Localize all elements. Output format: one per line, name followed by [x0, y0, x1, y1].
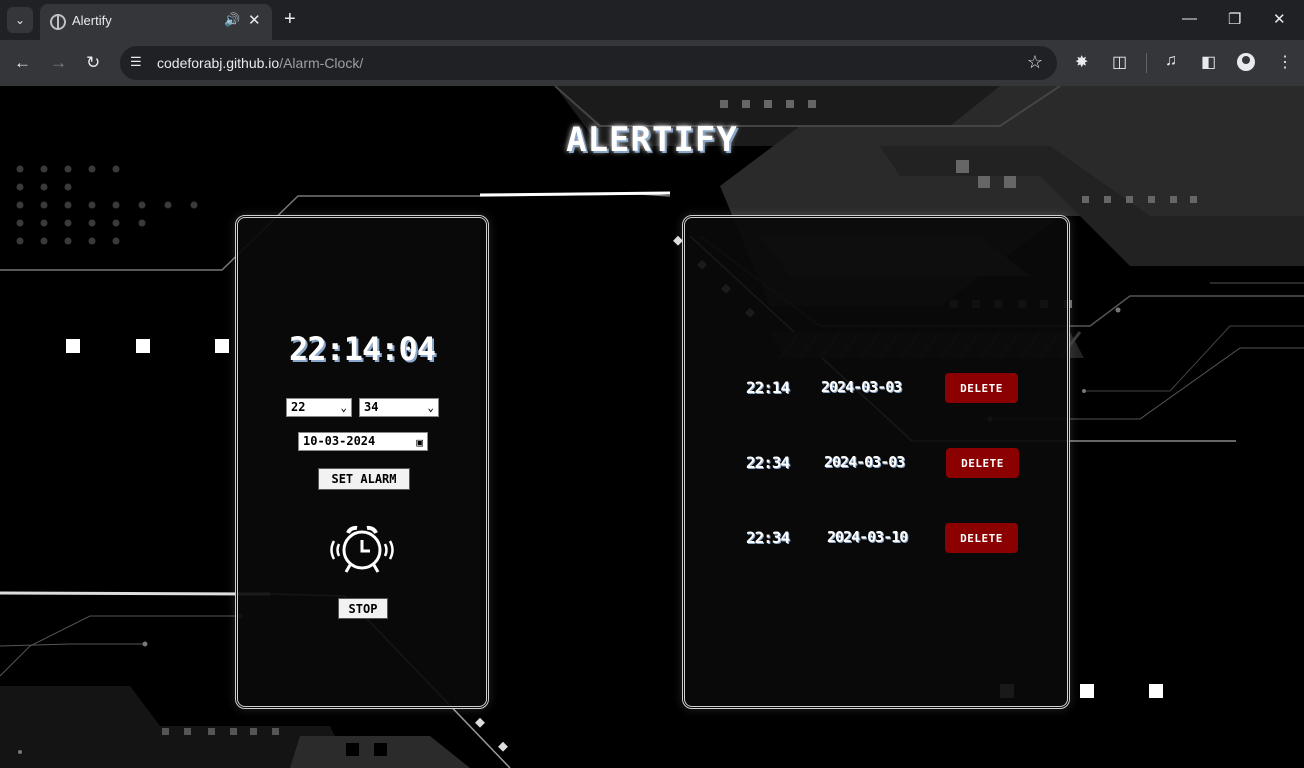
browser-tab[interactable]: Alertify 🔊 ✕: [40, 4, 272, 40]
tab-search-icon[interactable]: ⌄: [7, 7, 33, 33]
calendar-icon[interactable]: ▣: [416, 434, 423, 451]
alarm-date: 2024-03-10: [827, 528, 908, 546]
list-item: 22:34 2024-03-03 DELETE: [685, 448, 1067, 478]
tab-bar: ⌄ Alertify 🔊 ✕ + — ❐ ✕: [0, 0, 1304, 40]
forward-icon[interactable]: →: [50, 53, 67, 73]
browser-toolbar: ← → ↻ ☰ codeforabj.github.io/Alarm-Clock…: [0, 40, 1304, 86]
page-viewport: ALERTIFY 22:14:04 22 ⌄ 34 ⌄ 10-03-2024 ▣ SE…: [0, 86, 1304, 768]
toolbar-divider: [1146, 53, 1147, 73]
clock-panel: 22:14:04 22 ⌄ 34 ⌄ 10-03-2024 ▣ SET ALARM S…: [235, 215, 489, 709]
extension-icon[interactable]: ✸: [1075, 52, 1088, 72]
media-icon[interactable]: ♫: [1165, 52, 1177, 70]
list-item: 22:14 2024-03-03 DELETE: [685, 373, 1067, 403]
delete-button[interactable]: DELETE: [946, 448, 1019, 478]
favicon-icon: [50, 14, 66, 30]
back-icon[interactable]: ←: [14, 53, 31, 73]
address-bar[interactable]: ☰ codeforabj.github.io/Alarm-Clock/ ☆: [120, 46, 1057, 80]
profile-icon[interactable]: [1237, 53, 1255, 71]
stop-button[interactable]: STOP: [338, 598, 388, 619]
new-tab-icon[interactable]: +: [284, 8, 296, 30]
current-time: 22:14:04: [288, 330, 436, 368]
alarm-time: 22:34: [746, 453, 790, 472]
alarm-clock-icon: [330, 525, 394, 573]
alarm-time: 22:14: [746, 378, 790, 397]
alarms-panel: 22:14 2024-03-03 DELETE 22:34 2024-03-03…: [682, 215, 1070, 709]
puzzle-icon[interactable]: ◫: [1112, 52, 1127, 72]
delete-button[interactable]: DELETE: [945, 373, 1018, 403]
minimize-icon[interactable]: —: [1182, 10, 1197, 27]
set-alarm-button[interactable]: SET ALARM: [318, 468, 410, 490]
audio-icon[interactable]: 🔊: [224, 12, 240, 28]
tab-title: Alertify: [72, 13, 112, 28]
bookmark-star-icon[interactable]: ☆: [1027, 52, 1043, 73]
menu-icon[interactable]: ⋮: [1277, 52, 1293, 72]
alarm-date: 2024-03-03: [824, 453, 905, 471]
sidepanel-icon[interactable]: ◧: [1201, 52, 1216, 72]
url-text[interactable]: codeforabj.github.io/Alarm-Clock/: [157, 55, 363, 71]
restore-icon[interactable]: ❐: [1228, 10, 1241, 28]
alarm-time: 22:34: [746, 528, 790, 547]
app-title: ALERTIFY: [566, 120, 738, 160]
list-item: 22:34 2024-03-10 DELETE: [685, 523, 1067, 553]
chevron-down-icon: ⌄: [427, 401, 434, 414]
circuit-background: [0, 86, 1304, 768]
close-icon[interactable]: ✕: [248, 11, 261, 29]
window-close-icon[interactable]: ✕: [1273, 10, 1286, 28]
minute-select[interactable]: 34 ⌄: [359, 398, 439, 417]
alarm-date: 2024-03-03: [821, 378, 902, 396]
date-input[interactable]: 10-03-2024 ▣: [298, 432, 428, 451]
chevron-down-icon: ⌄: [340, 401, 347, 414]
delete-button[interactable]: DELETE: [945, 523, 1018, 553]
hour-select[interactable]: 22 ⌄: [286, 398, 352, 417]
reload-icon[interactable]: ↻: [86, 53, 100, 73]
site-info-icon[interactable]: ☰: [130, 54, 142, 70]
